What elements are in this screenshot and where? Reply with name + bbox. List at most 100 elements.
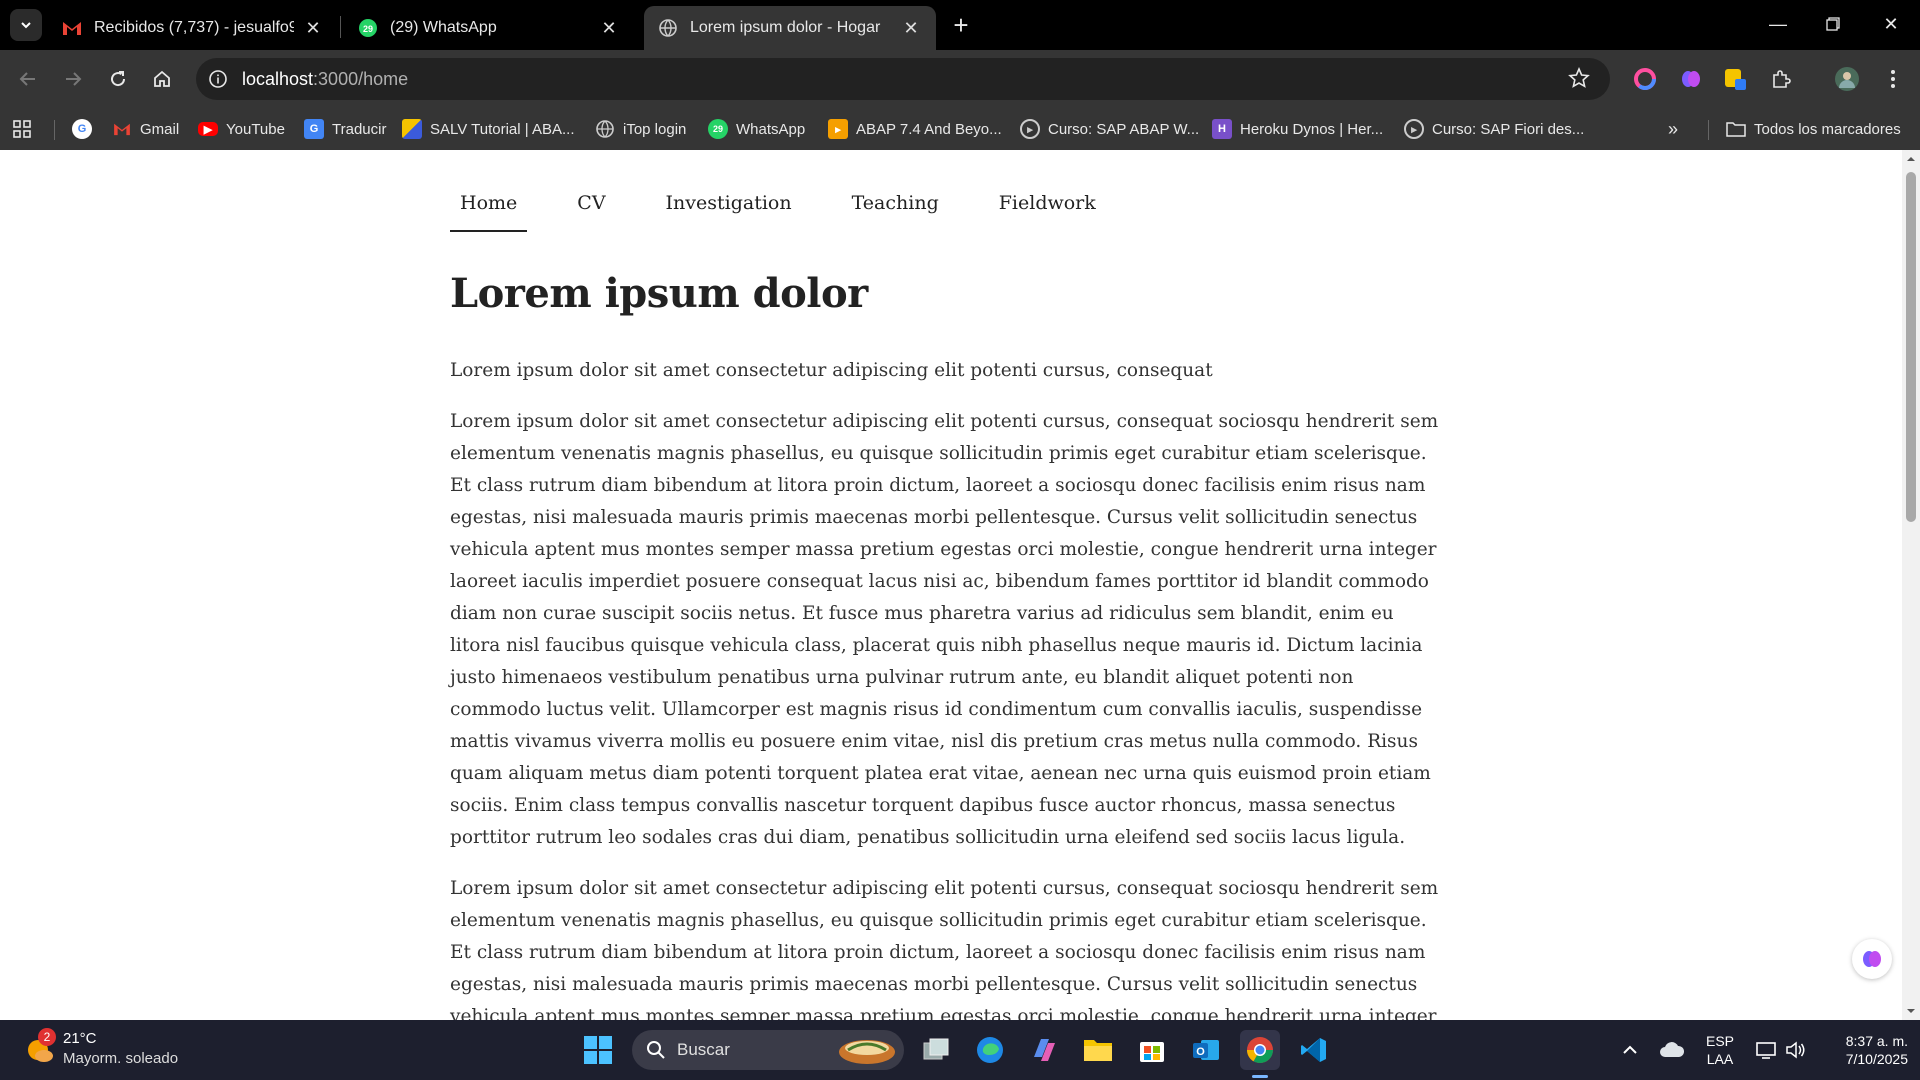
start-button[interactable] (578, 1030, 618, 1070)
taskbar-search-box[interactable]: Buscar (632, 1030, 904, 1070)
brain-icon (1863, 951, 1881, 967)
tab-strip: Recibidos (7,737) - jesualfo9@g ✕ 29 (29… (0, 0, 1920, 50)
copilot-icon[interactable] (1024, 1030, 1064, 1070)
nav-link-cv[interactable]: CV (567, 192, 615, 232)
bookmark-salv-tutorial[interactable]: SALV Tutorial | ABA... (402, 117, 575, 141)
search-placeholder: Buscar (677, 1040, 730, 1059)
clock-time: 8:37 a. m. (1845, 1033, 1908, 1049)
more-bookmarks-icon[interactable]: » (1668, 117, 1678, 141)
extensions-puzzle-icon[interactable] (1766, 64, 1796, 94)
bookmark-itop-login[interactable]: iTop login (595, 117, 686, 141)
restore-icon (1826, 17, 1840, 31)
bookmarks-divider (1708, 120, 1709, 140)
tab-divider (340, 16, 341, 38)
weather-desc: Mayorm. soleado (63, 1050, 179, 1067)
nav-link-teaching[interactable]: Teaching (842, 192, 949, 232)
scroll-down-icon[interactable] (1906, 1006, 1916, 1016)
volume-icon[interactable] (1776, 1030, 1816, 1070)
course-icon: ▸ (1404, 119, 1424, 139)
nav-link-investigation[interactable]: Investigation (656, 192, 802, 232)
all-bookmarks-folder[interactable]: Todos los marcadores (1726, 117, 1901, 141)
tab-active[interactable]: Lorem ipsum dolor - Hogar ✕ (644, 6, 936, 50)
address-bar[interactable]: localhost:3000/home (196, 58, 1610, 100)
onedrive-cloud-icon[interactable] (1652, 1030, 1692, 1070)
clock-date: 7/10/2025 (1845, 1051, 1908, 1067)
minimize-button[interactable]: — (1755, 8, 1801, 40)
floating-assistant-button[interactable] (1852, 939, 1892, 979)
weather-badge: 2 (38, 1028, 56, 1046)
youtube-icon: ▶ (198, 122, 218, 136)
site-nav: Home CV Investigation Teaching Fieldwork (450, 192, 1146, 232)
bookmark-translate[interactable]: G Traducir (304, 117, 386, 141)
brain-extension-icon[interactable] (1676, 64, 1706, 94)
bookmark-label: Curso: SAP Fiori des... (1432, 120, 1585, 138)
bookmark-label: YouTube (226, 120, 285, 138)
whatsapp-icon: 29 (708, 119, 728, 139)
bookmark-youtube[interactable]: ▶ YouTube (198, 117, 285, 141)
reload-button[interactable] (102, 63, 134, 95)
task-view-icon[interactable] (916, 1030, 956, 1070)
notes-extension-icon[interactable] (1720, 64, 1750, 94)
tab-gmail[interactable]: Recibidos (7,737) - jesualfo9@g ✕ (48, 6, 338, 50)
url-path: :3000/home (313, 69, 409, 89)
bookmark-curso-fiori[interactable]: ▸ Curso: SAP Fiori des... (1404, 117, 1584, 141)
site-info-icon[interactable] (206, 67, 230, 91)
scroll-up-icon[interactable] (1906, 154, 1916, 164)
bookmark-heroku[interactable]: H Heroku Dynos | Her... (1212, 117, 1383, 141)
body-paragraph: Lorem ipsum dolor sit amet consectetur a… (450, 878, 1439, 1020)
nav-link-home[interactable]: Home (450, 192, 528, 232)
close-icon[interactable]: ✕ (598, 17, 620, 39)
chevron-up-icon[interactable] (1610, 1030, 1650, 1070)
bookmark-gmail[interactable]: Gmail (112, 117, 179, 141)
close-icon[interactable]: ✕ (302, 17, 324, 39)
search-icon (647, 1041, 665, 1059)
tab-title: Recibidos (7,737) - jesualfo9@g (94, 19, 294, 36)
tab-search-button[interactable] (10, 9, 42, 41)
url-host: localhost (242, 69, 314, 89)
tab-whatsapp[interactable]: 29 (29) WhatsApp ✕ (344, 6, 634, 50)
home-button[interactable] (146, 63, 178, 95)
tab-title: (29) WhatsApp (390, 19, 497, 36)
scrollbar-thumb[interactable] (1906, 172, 1916, 522)
bookmark-curso-abap[interactable]: ▸ Curso: SAP ABAP W... (1020, 117, 1199, 141)
page-title: Lorem ipsum dolor (450, 270, 868, 317)
close-window-button[interactable]: ✕ (1868, 8, 1914, 40)
profile-avatar[interactable] (1832, 64, 1862, 94)
forward-button[interactable] (57, 63, 89, 95)
close-icon[interactable]: ✕ (900, 17, 922, 39)
apps-grid-icon[interactable] (12, 117, 32, 141)
file-explorer-icon[interactable] (1078, 1030, 1118, 1070)
back-button[interactable] (12, 63, 44, 95)
bookmark-star-icon[interactable] (1568, 66, 1592, 91)
folder-icon (1726, 119, 1746, 139)
outlook-icon[interactable]: O (1186, 1030, 1226, 1070)
globe-icon (595, 119, 615, 139)
bookmark-label: Curso: SAP ABAP W... (1048, 120, 1200, 138)
restore-button[interactable] (1810, 8, 1856, 40)
vscode-icon[interactable] (1294, 1030, 1334, 1070)
whatsapp-icon: 29 (358, 18, 378, 38)
nav-link-fieldwork[interactable]: Fieldwork (989, 192, 1106, 232)
browser-toolbar: localhost:3000/home (0, 50, 1920, 108)
page-scrollbar[interactable] (1902, 150, 1920, 1020)
edge-icon[interactable] (970, 1030, 1010, 1070)
bookmark-google[interactable]: G (72, 117, 100, 141)
colorful-circle-extension-icon[interactable] (1630, 64, 1660, 94)
menu-dots-icon[interactable] (1878, 64, 1908, 94)
bookmarks-bar: G Gmail ▶ YouTube G Traducir SALV Tutori… (0, 108, 1920, 150)
language-layout: LAA (1706, 1051, 1734, 1067)
language-indicator[interactable]: ESP LAA (1700, 1032, 1740, 1068)
url-text: localhost:3000/home (242, 69, 408, 90)
bookmark-abap[interactable]: ▸ ABAP 7.4 And Beyo... (828, 117, 1002, 141)
body-paragraph: Lorem ipsum dolor sit amet consectetur a… (450, 411, 1439, 848)
chrome-icon[interactable] (1240, 1030, 1280, 1070)
windows-taskbar: 2 21°C Mayorm. soleado Buscar O ESP LAA … (0, 1020, 1920, 1080)
intro-paragraph: Lorem ipsum dolor sit amet consectetur a… (450, 360, 1213, 381)
bookmark-whatsapp[interactable]: 29 WhatsApp (708, 117, 805, 141)
translate-icon: G (304, 119, 324, 139)
clock[interactable]: 8:37 a. m. 7/10/2025 (1818, 1032, 1908, 1068)
microsoft-store-icon[interactable] (1132, 1030, 1172, 1070)
page-viewport: Home CV Investigation Teaching Fieldwork… (0, 150, 1920, 1020)
search-highlight-image (839, 1040, 895, 1064)
new-tab-button[interactable]: + (946, 12, 976, 40)
